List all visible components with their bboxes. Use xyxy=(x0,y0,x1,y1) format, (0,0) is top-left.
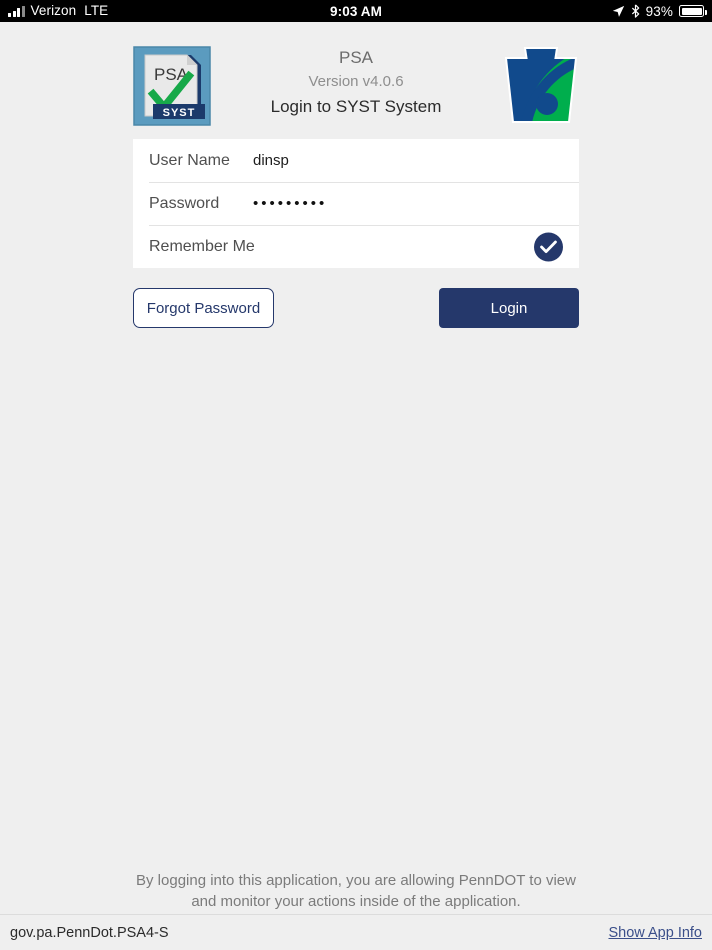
username-row[interactable]: User Name dinsp xyxy=(133,139,579,182)
password-label: Password xyxy=(149,194,220,212)
app-name-label: PSA xyxy=(338,48,374,67)
page-title: Login to SYST System xyxy=(270,97,442,116)
title-block: PSA Version v4.0.6 Login to SYST System xyxy=(0,46,712,120)
bottom-bar: gov.pa.PennDot.PSA4-S Show App Info xyxy=(0,914,712,950)
disclaimer-line-2: and monitor your actions inside of the a… xyxy=(191,893,521,910)
app-header: PSA SYST PSA Version v4.0.6 Login to SYS… xyxy=(0,22,712,136)
remember-me-row[interactable]: Remember Me xyxy=(133,225,579,268)
login-form-card: User Name dinsp Password ••••••••• Remem… xyxy=(133,139,579,268)
remember-me-checkbox[interactable] xyxy=(534,232,563,261)
penndot-keystone-logo xyxy=(504,47,578,123)
password-input[interactable]: ••••••••• xyxy=(253,196,327,211)
bluetooth-icon xyxy=(631,4,639,18)
package-name-label: gov.pa.PennDot.PSA4-S xyxy=(10,924,169,941)
username-label: User Name xyxy=(149,151,230,169)
login-button[interactable]: Login xyxy=(439,288,579,328)
location-arrow-icon xyxy=(612,5,624,17)
remember-me-label: Remember Me xyxy=(149,237,255,255)
password-row[interactable]: Password ••••••••• xyxy=(133,182,579,225)
status-bar: Verizon LTE 9:03 AM 93% xyxy=(0,0,712,22)
disclaimer-line-1: By logging into this application, you ar… xyxy=(136,872,576,889)
forgot-password-button[interactable]: Forgot Password xyxy=(133,288,274,328)
check-icon xyxy=(540,240,557,253)
app-version-label: Version v4.0.6 xyxy=(308,73,404,90)
clock-label: 9:03 AM xyxy=(330,3,382,19)
username-input[interactable]: dinsp xyxy=(253,152,289,169)
app-screen: Verizon LTE 9:03 AM 93% PSA SYST PSA Ver… xyxy=(0,0,712,950)
battery-icon xyxy=(679,5,707,17)
status-bar-right: 93% xyxy=(612,3,707,19)
battery-percent-label: 93% xyxy=(645,3,673,19)
show-app-info-link[interactable]: Show App Info xyxy=(608,925,702,941)
disclaimer-text: By logging into this application, you ar… xyxy=(0,870,712,912)
